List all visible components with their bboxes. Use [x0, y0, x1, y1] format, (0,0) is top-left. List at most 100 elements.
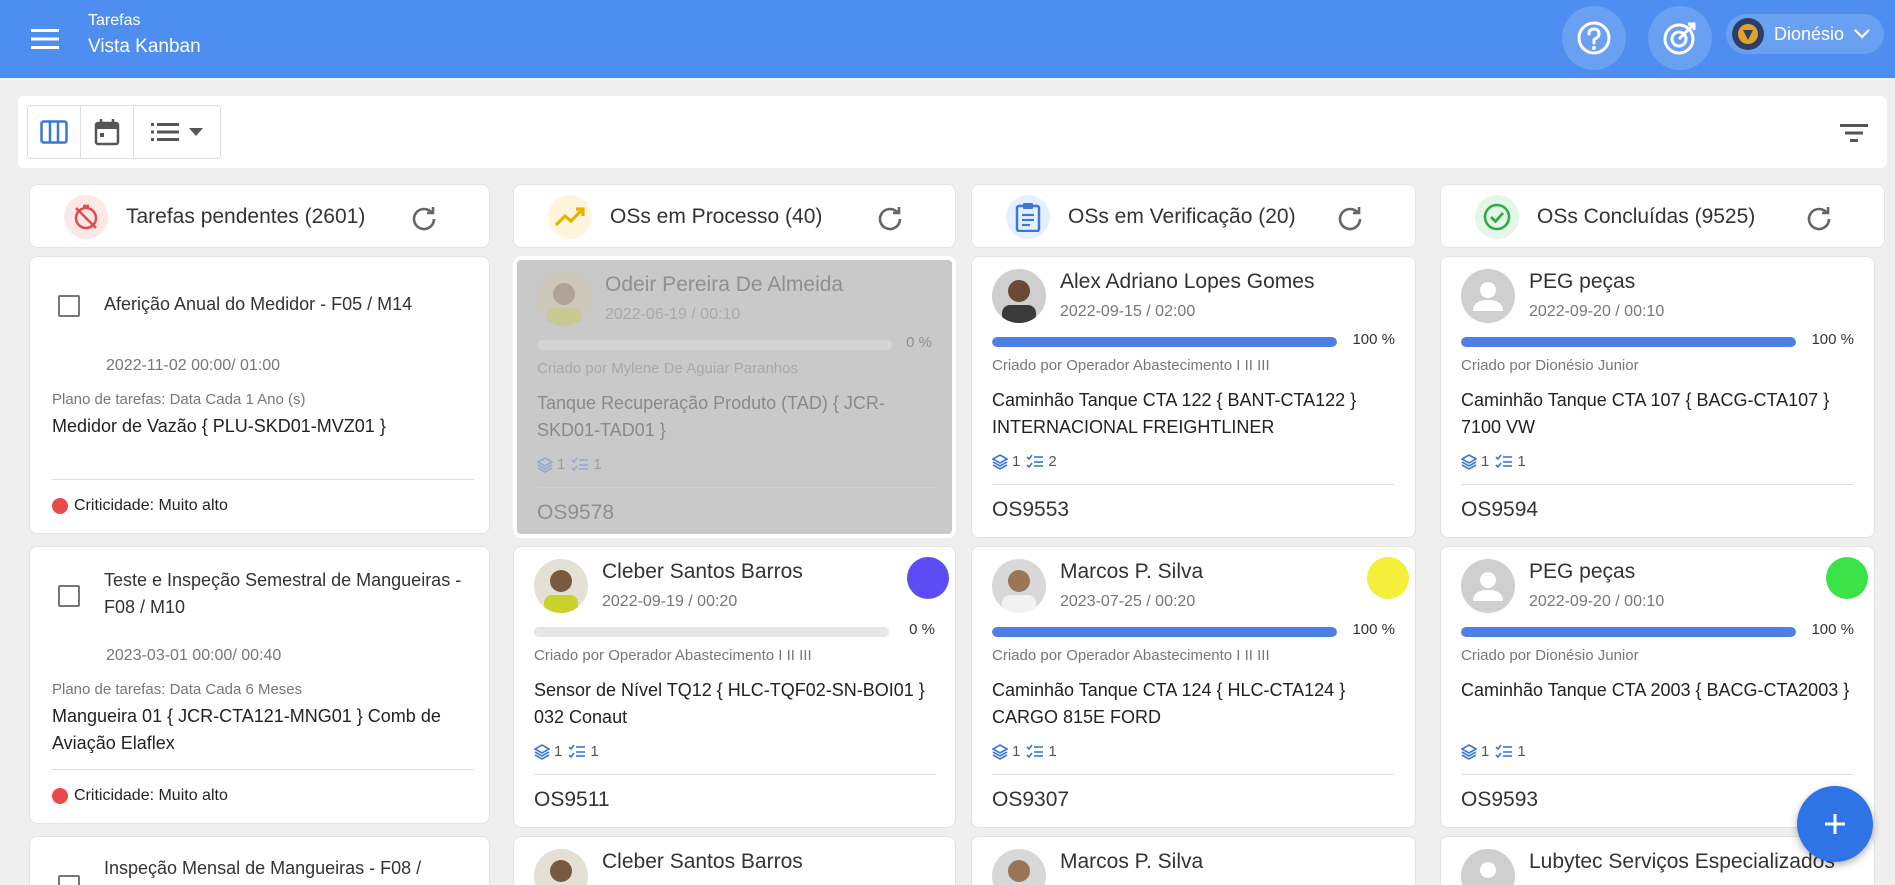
column-header: OSs em Processo (40) [513, 184, 956, 248]
checklist-icon [1495, 744, 1513, 758]
avatar [992, 559, 1046, 613]
refresh-button[interactable] [409, 203, 439, 233]
task-date: 2023-03-01 00:00/ 00:40 [106, 647, 282, 664]
task-card[interactable]: Aferição Anual do Medidor - F05 / M14 20… [29, 256, 490, 534]
os-code: OS9578 [537, 501, 615, 524]
refresh-button[interactable] [875, 203, 905, 233]
refresh-button[interactable] [1804, 203, 1834, 233]
task-checkbox[interactable] [58, 295, 80, 317]
target-icon [1663, 22, 1696, 55]
progress-bar [992, 337, 1337, 347]
avatar [1461, 269, 1515, 323]
plus-icon [1825, 814, 1845, 834]
os-asset: Caminhão Tanque CTA 2003 { BACG-CTA2003 … [1461, 680, 1850, 700]
divider [1461, 484, 1853, 485]
checklist-count: 1 [593, 456, 602, 473]
column-title: OSs em Verificação (20) [1068, 205, 1296, 228]
chevron-down-icon [1854, 29, 1870, 39]
avatar [1732, 18, 1764, 50]
assignee-name: Marcos P. Silva [1060, 850, 1204, 873]
refresh-icon [1807, 207, 1831, 231]
help-button[interactable] [1562, 6, 1626, 70]
divider [992, 774, 1394, 775]
list-view-button[interactable] [134, 106, 220, 158]
os-asset: Caminhão Tanque CTA 124 { HLC-CTA124 } C… [992, 680, 1346, 727]
column-title: Tarefas pendentes (2601) [126, 205, 366, 228]
os-card[interactable]: Cleber Santos Barros 2022-09-19 / 00:20 … [513, 546, 956, 828]
layers-count: 1 [557, 456, 566, 473]
creator: Criado por Operador Abastecimento I II I… [992, 647, 1270, 664]
layers-icon [992, 453, 1008, 470]
column-pending-tasks: Tarefas pendentes (2601) Aferição Anual … [29, 184, 490, 885]
progress-label: 100 % [1352, 331, 1395, 348]
filter-icon [1840, 124, 1868, 142]
task-date: 2022-11-02 00:00/ 01:00 [106, 357, 281, 374]
os-card[interactable]: Alex Adriano Lopes Gomes 2022-09-15 / 02… [971, 256, 1416, 538]
refresh-icon [878, 207, 902, 231]
creator: Criado por Operador Abastecimento I II I… [992, 357, 1270, 374]
os-code: OS9594 [1461, 498, 1539, 521]
person-icon [1473, 572, 1503, 601]
task-card[interactable]: Inspeção Mensal de Mangueiras - F08 / [29, 836, 490, 885]
kanban-view-icon [40, 120, 68, 144]
assignee-name: Marcos P. Silva [1060, 560, 1204, 583]
progress-label: 0 % [906, 334, 932, 351]
divider [1461, 774, 1853, 775]
os-card[interactable]: Cleber Santos Barros [513, 836, 956, 885]
progress-bar [1461, 337, 1796, 347]
os-code: OS9511 [534, 788, 610, 811]
creator: Criado por Operador Abastecimento I II I… [534, 647, 812, 664]
os-meta: 1 1 [537, 456, 608, 473]
assignee-name: Odeir Pereira De Almeida [605, 273, 844, 296]
timer-off-icon [74, 204, 98, 230]
checklist-count: 2 [1048, 453, 1057, 470]
column-title: OSs em Processo (40) [610, 205, 823, 228]
column-header: Tarefas pendentes (2601) [29, 184, 490, 248]
progress-label: 100 % [1811, 331, 1854, 348]
kanban-view-button[interactable] [28, 106, 81, 158]
os-card[interactable]: Odeir Pereira De Almeida 2022-06-19 / 00… [513, 256, 956, 538]
column-header: OSs Concluídas (9525) [1440, 184, 1885, 248]
menu-icon [31, 29, 59, 49]
calendar-view-button[interactable] [81, 106, 134, 158]
criticality-label: Criticidade: Muito alto [74, 497, 228, 514]
divider [52, 479, 474, 480]
task-checkbox[interactable] [58, 585, 80, 607]
avatar [992, 269, 1046, 323]
progress-fill [1461, 337, 1796, 347]
avatar [992, 849, 1046, 885]
filter-button[interactable] [1837, 116, 1871, 150]
os-meta: 1 1 [1461, 743, 1532, 760]
assignee-name: Lubytec Serviços Especializados [1529, 850, 1835, 873]
task-title: Aferição Anual do Medidor - F05 / M14 [104, 294, 413, 314]
os-code: OS9553 [992, 498, 1070, 521]
divider [537, 487, 939, 488]
calendar-icon [94, 119, 120, 146]
checklist-icon [1026, 744, 1044, 758]
checklist-icon [571, 457, 589, 471]
trending-up-icon [554, 207, 585, 227]
os-card[interactable]: Marcos P. Silva 2023-07-25 / 00:20 100 %… [971, 546, 1416, 828]
menu-button[interactable] [28, 22, 62, 56]
os-date: 2022-06-19 / 00:10 [605, 306, 741, 323]
os-card[interactable]: PEG peças 2022-09-20 / 00:10 100 % Criad… [1440, 256, 1875, 538]
avatar [1461, 849, 1515, 885]
progress-fill [992, 337, 1337, 347]
goals-button[interactable] [1648, 6, 1712, 70]
assignee-name: Cleber Santos Barros [602, 850, 803, 873]
task-checkbox[interactable] [58, 875, 80, 885]
os-meta: 1 1 [1461, 453, 1532, 470]
os-card[interactable]: PEG peças 2022-09-20 / 00:10 100 % Criad… [1440, 546, 1875, 828]
checklist-icon [1495, 454, 1513, 468]
assignee-name: PEG peças [1529, 270, 1636, 293]
add-button[interactable] [1797, 786, 1873, 862]
avatar [534, 559, 588, 613]
assignee-name: PEG peças [1529, 560, 1636, 583]
refresh-button[interactable] [1335, 203, 1365, 233]
user-menu[interactable]: Dionésio [1726, 14, 1884, 54]
task-card[interactable]: Teste e Inspeção Semestral de Mangueiras… [29, 546, 490, 824]
os-card[interactable]: Marcos P. Silva [971, 836, 1416, 885]
progress-bar [534, 627, 889, 637]
progress-fill [1461, 627, 1796, 637]
list-icon [151, 123, 179, 141]
